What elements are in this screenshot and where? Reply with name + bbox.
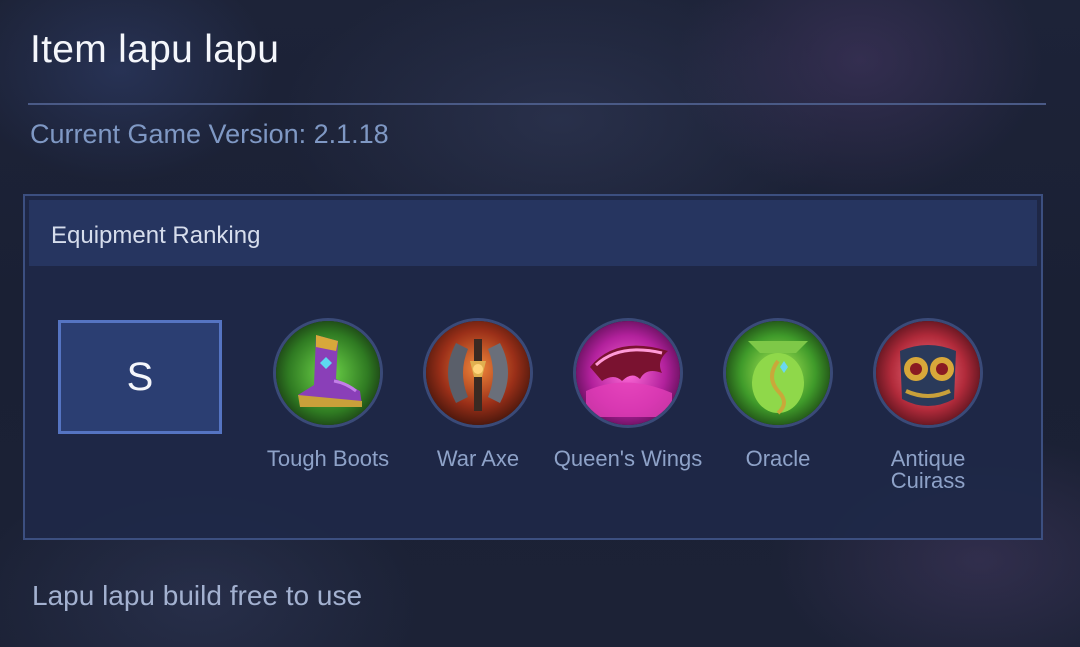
panel-header: Equipment Ranking [29, 200, 1037, 266]
item-label: Oracle [745, 446, 811, 471]
equipment-ranking-panel: Equipment Ranking S Tough Boots War Axe … [23, 194, 1043, 540]
oracle-icon [723, 318, 833, 428]
tough-boots-icon [273, 318, 383, 428]
item-label: Queen's Wings [553, 446, 703, 471]
panel-heading: Equipment Ranking [51, 222, 261, 249]
tier-badge[interactable]: S [58, 320, 222, 434]
item-label: War Axe [436, 446, 520, 471]
antique-cuirass-icon [873, 318, 983, 428]
item-war-axe[interactable]: War Axe [403, 318, 553, 470]
title-divider [28, 103, 1046, 105]
item-antique-cuirass[interactable]: Antique Cuirass [853, 318, 1003, 492]
footer-text: Lapu lapu build free to use [32, 580, 363, 611]
item-label: Tough Boots [266, 446, 390, 471]
item-label: Antique Cuirass [890, 446, 966, 493]
tier-letter: S [126, 354, 154, 399]
item-tough-boots[interactable]: Tough Boots [253, 318, 403, 470]
item-oracle[interactable]: Oracle [703, 318, 853, 470]
game-version-text: Current Game Version: 2.1.18 [30, 119, 389, 149]
war-axe-icon [423, 318, 533, 428]
page-title: Item lapu lapu [30, 28, 280, 71]
item-queens-wings[interactable]: Queen's Wings [553, 318, 703, 470]
queens-wings-icon [573, 318, 683, 428]
